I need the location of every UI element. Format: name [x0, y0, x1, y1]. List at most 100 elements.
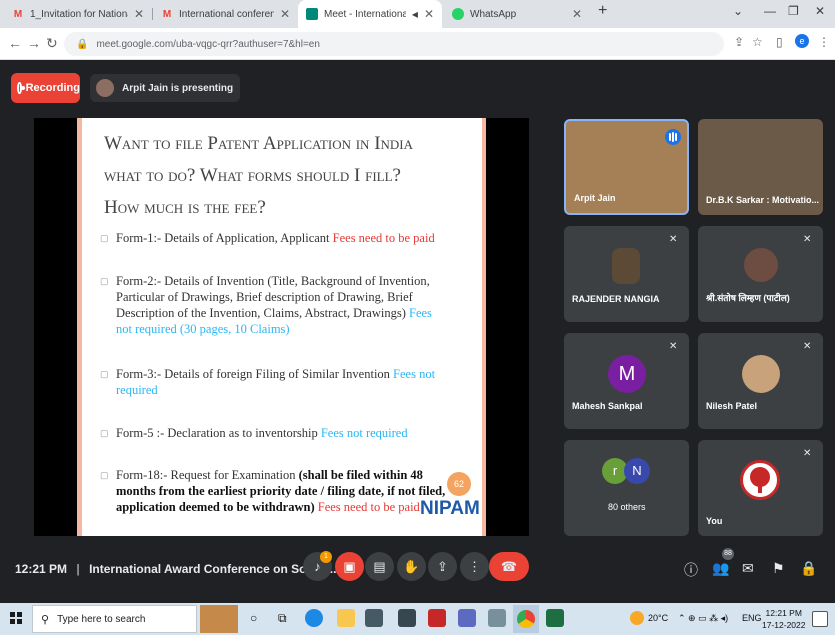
more-vert-icon: ⋮	[468, 558, 481, 574]
chrome-icon	[517, 610, 535, 628]
hang-up-icon: ☎	[500, 558, 518, 574]
bullet-icon: ▢	[100, 428, 109, 438]
bullet-icon: ▢	[100, 470, 109, 480]
windows-taskbar: ⚲ Type here to search ○ ⧉ 20°C ⌃ ⊕ ▭ ⁂ ◂…	[0, 603, 835, 635]
meeting-details-icon[interactable]: ⓘ	[684, 560, 698, 580]
divider: |	[76, 562, 80, 576]
bullet-icon: ▢	[100, 276, 109, 286]
participant-tile-you[interactable]: ✕ You	[698, 440, 823, 536]
filezilla-icon[interactable]	[428, 609, 446, 627]
participant-count-badge: 88	[722, 548, 734, 560]
close-tab-icon[interactable]: ✕	[572, 7, 582, 21]
taskbar-search-input[interactable]: ⚲ Type here to search	[32, 605, 197, 633]
tab-invitation[interactable]: M 1_Invitation for National Confere ✕	[4, 0, 152, 28]
profile-avatar[interactable]: e	[795, 34, 809, 48]
participant-tile-mahesh[interactable]: ✕ M Mahesh Sankpal	[564, 333, 689, 429]
participant-tile-nilesh[interactable]: ✕ Nilesh Patel	[698, 333, 823, 429]
gmail-icon: M	[13, 8, 23, 20]
captions-button[interactable]: ▤	[365, 552, 394, 581]
nipam-logo: NIPAM	[420, 498, 480, 519]
tab-conference-mail[interactable]: M International conference Mail ✕	[153, 0, 298, 28]
participant-tile-others[interactable]: r N 80 others	[564, 440, 689, 536]
camera-button[interactable]: ▣	[335, 552, 364, 581]
close-tab-icon[interactable]: ✕	[134, 7, 144, 21]
avatar: N	[624, 458, 650, 484]
bullet-icon: ▢	[100, 233, 109, 243]
captions-icon: ▤	[373, 558, 386, 574]
recording-icon	[17, 82, 25, 94]
search-icon: ⚲	[41, 613, 50, 626]
search-highlight-image[interactable]	[200, 605, 238, 633]
tab-meet[interactable]: Meet - International Award C ◂ ✕	[298, 0, 442, 28]
excel-icon[interactable]	[546, 609, 564, 627]
share-icon[interactable]: ⇪	[734, 35, 744, 49]
meeting-info: 12:21 PM | International Award Conferenc…	[15, 562, 340, 576]
mic-off-icon: ✕	[669, 234, 678, 245]
windows-start-icon[interactable]	[10, 612, 22, 624]
avatar	[612, 248, 640, 284]
presenter-banner: Arpit Jain is presenting	[90, 74, 240, 102]
participant-tile-rajender[interactable]: ✕ RAJENDER NANGIA	[564, 226, 689, 322]
notification-icon[interactable]	[812, 611, 828, 627]
forward-icon[interactable]: →	[27, 35, 41, 51]
mic-off-icon: ✕	[803, 234, 812, 245]
mic-notification-badge: 1	[320, 551, 332, 563]
close-window-icon[interactable]: ✕	[815, 4, 825, 18]
address-bar[interactable]: 🔒 meet.google.com/uba-vqgc-qrr?authuser=…	[64, 32, 724, 56]
mic-off-icon: ✕	[803, 448, 812, 459]
close-tab-icon[interactable]: ✕	[424, 7, 434, 21]
cortana-icon[interactable]: ○	[250, 611, 257, 625]
gmail-icon: M	[162, 8, 172, 20]
system-tray-icons[interactable]: ⌃ ⊕ ▭ ⁂ ◂)	[678, 613, 728, 624]
browser-menu-icon[interactable]: ⋮	[818, 35, 830, 49]
app-icon[interactable]	[398, 609, 416, 627]
close-tab-icon[interactable]: ✕	[280, 7, 290, 21]
slide-title: Want to file Patent Application in India…	[104, 133, 414, 218]
speaking-indicator-icon	[665, 129, 681, 145]
bullet-icon: ▢	[100, 369, 109, 379]
app-icon[interactable]	[488, 609, 506, 627]
bookmark-star-icon[interactable]: ☆	[752, 35, 763, 49]
chat-icon[interactable]: ✉	[742, 560, 754, 577]
lock-icon: 🔒	[76, 38, 89, 50]
chrome-active-tile[interactable]	[513, 605, 539, 633]
participant-tile-sarkar[interactable]: Dr.B.K Sarkar : Motivatio...	[698, 119, 823, 215]
edge-icon[interactable]	[305, 609, 323, 627]
tab-whatsapp[interactable]: WhatsApp ✕	[444, 0, 590, 28]
slide: Want to file Patent Application in India…	[77, 118, 486, 536]
new-tab-button[interactable]: +	[598, 2, 607, 20]
camera-off-icon: ▣	[343, 558, 356, 574]
whatsapp-icon	[452, 8, 464, 20]
task-view-icon[interactable]: ⧉	[278, 611, 287, 626]
app-icon[interactable]	[458, 609, 476, 627]
avatar	[742, 355, 780, 393]
recording-badge[interactable]: Recording	[11, 73, 80, 103]
leave-call-button[interactable]: ☎	[489, 552, 529, 581]
mic-off-icon: ✕	[669, 341, 678, 352]
presenter-avatar	[96, 79, 114, 97]
back-icon[interactable]: ←	[8, 35, 22, 51]
minimize-icon[interactable]: —	[764, 4, 776, 18]
more-options-button[interactable]: ⋮	[460, 552, 489, 581]
host-controls-icon[interactable]: 🔒	[800, 560, 817, 577]
participant-tile-arpit[interactable]: Arpit Jain	[564, 119, 689, 215]
present-button[interactable]: ⇪	[428, 552, 457, 581]
side-panel-icon[interactable]: ▯	[776, 35, 783, 49]
speaker-icon: ◂	[411, 7, 418, 21]
mic-off-icon: ✕	[803, 341, 812, 352]
reload-icon[interactable]: ↻	[46, 35, 58, 52]
activities-icon[interactable]: ⚑	[772, 560, 785, 577]
store-icon[interactable]	[365, 609, 383, 627]
avatar	[740, 460, 780, 500]
avatar: M	[608, 355, 646, 393]
file-explorer-icon[interactable]	[337, 609, 355, 627]
weather-icon	[630, 611, 644, 625]
people-icon[interactable]: 👥	[712, 560, 729, 577]
tree-logo-icon	[750, 467, 770, 493]
participant-tile-santosh[interactable]: ✕ श्री.संतोष लिम्हण (पाटील)	[698, 226, 823, 322]
raise-hand-button[interactable]: ✋	[397, 552, 426, 581]
tab-search-icon[interactable]: ⌄	[733, 4, 743, 18]
hand-icon: ✋	[403, 558, 420, 574]
taskbar-clock[interactable]: 12:21 PM 17-12-2022	[762, 607, 805, 631]
maximize-icon[interactable]: ❐	[788, 4, 799, 18]
